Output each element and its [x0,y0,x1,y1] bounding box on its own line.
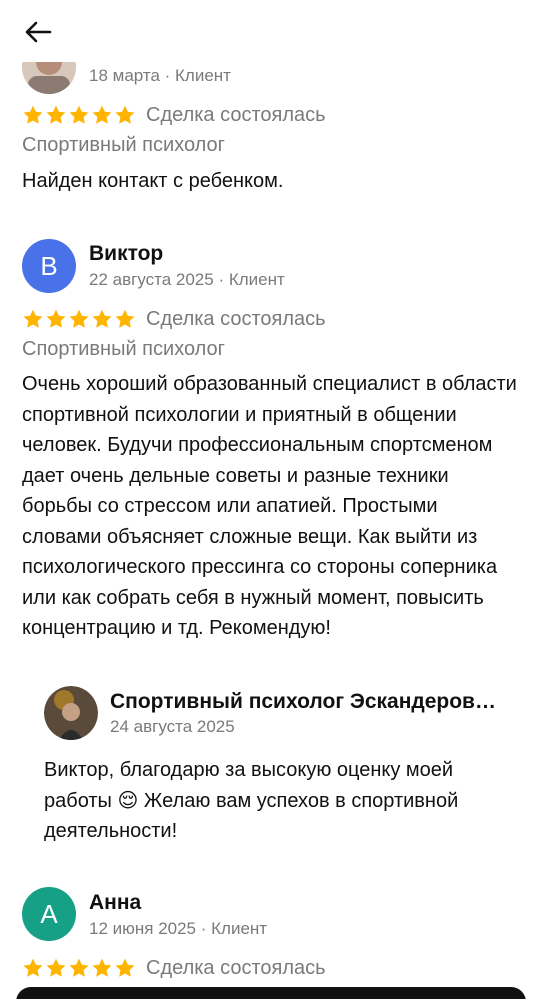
star-icon [69,958,89,977]
review-date: 12 июня 2025 [89,919,197,938]
deal-status: Сделка состоялась [146,956,326,979]
review-card: А Анна 12 июня 2025 · Клиент Сделка сост… [0,0,540,999]
review-role: Клиент [211,919,268,938]
back-button[interactable] [18,14,58,50]
arrow-left-icon [25,21,52,43]
avatar: А [22,887,76,941]
bottom-action-button[interactable] [16,987,526,999]
author-name: Анна [89,891,142,914]
star-icon [115,958,135,977]
top-bar [0,0,540,62]
review-meta: 12 июня 2025 · Клиент [89,919,268,938]
star-icon [92,958,112,977]
rating-row: Сделка состоялась [22,955,326,981]
star-icon [46,958,66,977]
star-rating [22,957,136,979]
star-icon [23,958,43,977]
